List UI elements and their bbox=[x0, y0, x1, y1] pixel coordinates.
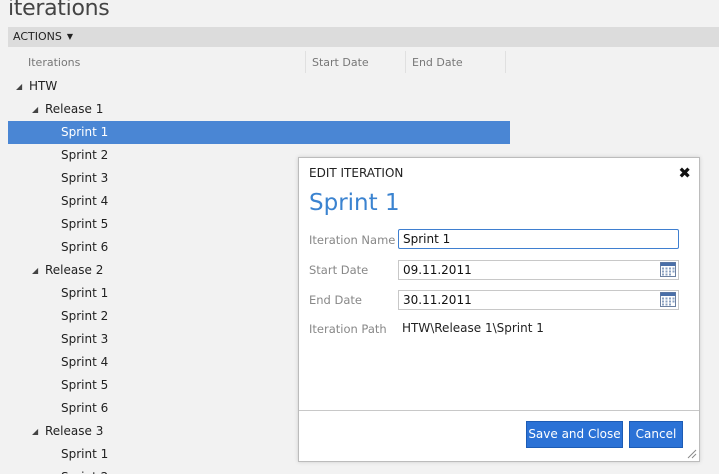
tree-node-release[interactable]: ◢ Release 1 bbox=[8, 98, 510, 121]
actions-toolbar: ACTIONS ▼ bbox=[8, 27, 719, 47]
tree-node-label: Sprint 4 bbox=[61, 355, 109, 369]
column-header-iterations[interactable]: Iterations bbox=[8, 51, 306, 73]
calendar-icon[interactable] bbox=[660, 262, 676, 277]
tree-node-label: Release 2 bbox=[45, 263, 104, 277]
tree-node-label: Sprint 3 bbox=[61, 332, 109, 346]
resize-grip-icon[interactable] bbox=[687, 449, 697, 459]
calendar-icon[interactable] bbox=[660, 292, 676, 307]
iteration-name-input[interactable] bbox=[398, 229, 679, 249]
expanded-triangle-icon[interactable]: ◢ bbox=[16, 75, 22, 98]
caret-down-icon: ▼ bbox=[66, 32, 74, 41]
tree-node-sprint[interactable]: Sprint 2 bbox=[8, 466, 510, 474]
iteration-path-label: Iteration Path bbox=[309, 322, 387, 336]
tree-node-label: Sprint 3 bbox=[61, 171, 109, 185]
tree-node-label: Sprint 5 bbox=[61, 217, 109, 231]
tree-node-label: Sprint 2 bbox=[61, 466, 108, 474]
tree-node-label: HTW bbox=[29, 79, 58, 93]
iteration-path-value: HTW\Release 1\Sprint 1 bbox=[402, 321, 544, 335]
column-header-end-date[interactable]: End Date bbox=[406, 51, 506, 73]
actions-menu-button[interactable]: ACTIONS ▼ bbox=[13, 30, 73, 43]
tree-node-label: Sprint 1 bbox=[61, 286, 109, 300]
tree-node-label: Sprint 2 bbox=[61, 148, 109, 162]
tree-node-label: Sprint 5 bbox=[61, 378, 109, 392]
end-date-input[interactable] bbox=[398, 290, 679, 310]
dialog-title: Sprint 1 bbox=[309, 190, 400, 216]
tree-node-sprint[interactable]: Sprint 1 bbox=[8, 121, 510, 144]
end-date-label: End Date bbox=[309, 293, 362, 307]
expanded-triangle-icon[interactable]: ◢ bbox=[32, 420, 38, 443]
tree-node-label: Sprint 4 bbox=[61, 194, 109, 208]
save-and-close-button[interactable]: Save and Close bbox=[526, 421, 623, 448]
edit-iteration-dialog: EDIT ITERATION ✖ Sprint 1 Iteration Name… bbox=[298, 157, 700, 462]
actions-label: ACTIONS bbox=[13, 30, 62, 43]
close-icon[interactable]: ✖ bbox=[678, 166, 691, 181]
expanded-triangle-icon[interactable]: ◢ bbox=[32, 259, 38, 282]
iteration-name-label: Iteration Name bbox=[309, 233, 396, 247]
tree-node-label: Sprint 6 bbox=[61, 401, 109, 415]
dialog-header: EDIT ITERATION bbox=[309, 166, 404, 180]
dialog-footer-divider bbox=[299, 410, 699, 411]
cancel-button[interactable]: Cancel bbox=[629, 421, 683, 448]
tree-node-label: Sprint 1 bbox=[61, 447, 109, 461]
tree-node-label: Release 3 bbox=[45, 424, 104, 438]
grid-header: Iterations Start Date End Date bbox=[8, 51, 508, 73]
tree-node-label: Release 1 bbox=[45, 102, 104, 116]
expanded-triangle-icon[interactable]: ◢ bbox=[32, 98, 38, 121]
tree-node-label: Sprint 1 bbox=[61, 125, 109, 139]
start-date-input[interactable] bbox=[398, 260, 679, 280]
tree-node-root[interactable]: ◢ HTW bbox=[8, 75, 510, 98]
tree-node-label: Sprint 6 bbox=[61, 240, 109, 254]
column-header-start-date[interactable]: Start Date bbox=[306, 51, 406, 73]
page-title: iterations bbox=[8, 0, 110, 21]
tree-node-label: Sprint 2 bbox=[61, 309, 109, 323]
start-date-label: Start Date bbox=[309, 263, 369, 277]
